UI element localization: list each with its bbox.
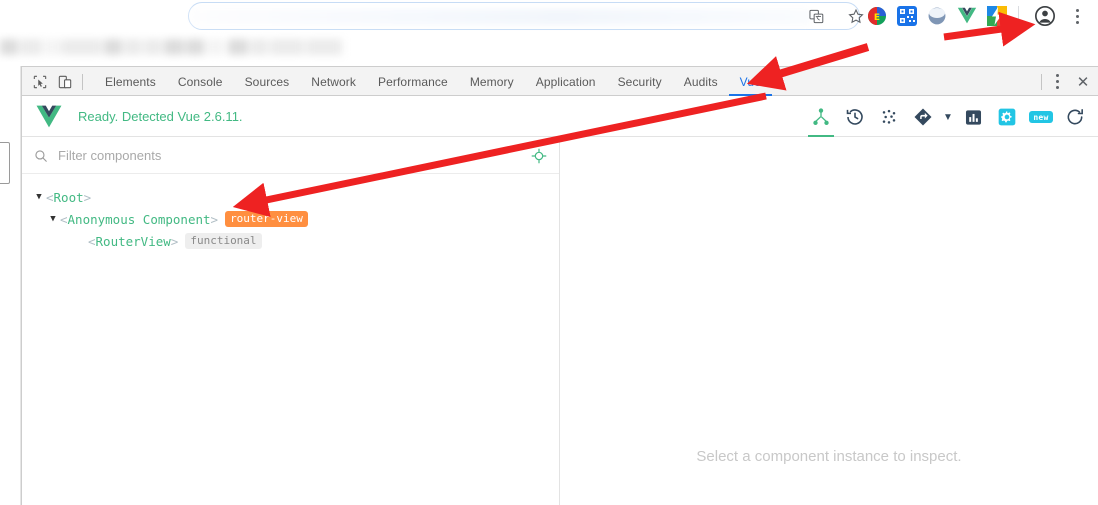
target-crosshair-icon[interactable] [531, 148, 547, 164]
extension-icon-1[interactable]: E [866, 5, 888, 27]
vue-panel-body: ▼ <Root> ▼ <Anonymous Component> router-… [22, 138, 1098, 505]
devtools-tab-list: Elements Console Sources Network Perform… [94, 67, 772, 96]
component-tree: ▼ < Root > ▼ < Anonymous Component > router-… [22, 174, 559, 252]
detail-empty-message: Select a component instance to inspect. [696, 448, 962, 465]
angle-bracket-open: < [88, 233, 96, 249]
angle-bracket-open: < [60, 211, 68, 227]
angle-bracket-close: > [83, 189, 92, 205]
tab-network[interactable]: Network [300, 67, 367, 96]
chevron-down-icon[interactable]: ▼ [940, 97, 956, 137]
angle-bracket-close: > [210, 211, 219, 227]
page-left-sliver [0, 66, 21, 505]
browser-menu-icon[interactable] [1068, 4, 1086, 28]
browser-chrome: E [0, 0, 1098, 66]
bookmark-star-icon[interactable] [846, 6, 866, 26]
component-tree-pane: ▼ <Root> ▼ <Anonymous Component> router-… [22, 138, 560, 505]
vue-toolbar: ▼ new [804, 97, 1092, 137]
toggle-device-toolbar-icon[interactable] [55, 72, 75, 92]
component-name: Anonymous Component [67, 211, 211, 227]
settings-gear-icon[interactable] [990, 97, 1024, 137]
devtools-tabbar-actions: ✕ [1041, 67, 1098, 96]
tab-performance[interactable]: Performance [367, 67, 459, 96]
svg-text:E: E [874, 13, 880, 23]
angle-bracket-close: > [170, 233, 179, 249]
tree-node-root[interactable]: ▼ < Root > [22, 186, 559, 208]
vue-logo-icon [36, 105, 62, 128]
angle-bracket-open: < [46, 189, 54, 205]
tab-security[interactable]: Security [607, 67, 673, 96]
component-name: RouterView [95, 233, 171, 249]
tab-memory[interactable]: Memory [459, 67, 525, 96]
component-name: Root [53, 189, 84, 205]
tab-elements[interactable]: Elements [94, 67, 167, 96]
page-partial-element [0, 142, 10, 184]
search-icon [34, 149, 48, 163]
tab-console[interactable]: Console [167, 67, 234, 96]
router-view-badge: router-view [225, 211, 308, 227]
routing-icon[interactable] [906, 97, 940, 137]
bookmarks-bar-blurred [0, 32, 380, 62]
components-tab-icon[interactable] [804, 97, 838, 137]
refresh-icon[interactable] [1058, 97, 1092, 137]
toolbar-divider [1041, 73, 1042, 90]
colorful-extension-icon[interactable] [986, 5, 1008, 27]
translate-icon[interactable] [806, 6, 826, 26]
tab-application[interactable]: Application [525, 67, 607, 96]
filter-bar [22, 138, 559, 174]
globe-extension-icon[interactable] [926, 5, 948, 27]
filter-components-input[interactable] [56, 147, 436, 164]
vue-devtools-extension-icon[interactable] [956, 5, 978, 27]
devtools-menu-icon[interactable] [1046, 70, 1068, 94]
toolbar-divider [82, 74, 83, 90]
vue-status-text: Ready. Detected Vue 2.6.11. [78, 109, 243, 124]
tab-audits[interactable]: Audits [673, 67, 729, 96]
vue-panel-header: Ready. Detected Vue 2.6.11. ▼ new [22, 97, 1098, 137]
chevron-expanded-icon[interactable]: ▼ [32, 192, 46, 202]
performance-icon[interactable] [956, 97, 990, 137]
toolbar-divider [1018, 6, 1019, 26]
browser-window: E Elements Console Sources Network Perfo… [0, 0, 1098, 505]
functional-badge: functional [185, 233, 262, 249]
address-bar-blurred-url [191, 9, 811, 25]
qr-code-extension-icon[interactable] [896, 5, 918, 27]
chevron-expanded-icon[interactable]: ▼ [46, 214, 60, 224]
component-detail-pane: Select a component instance to inspect. [560, 138, 1098, 505]
bookmarks-bar[interactable] [0, 32, 1098, 62]
close-icon[interactable]: ✕ [1068, 70, 1098, 94]
vue-devtools-panel: Ready. Detected Vue 2.6.11. ▼ new Filter… [22, 97, 1098, 505]
inspect-element-icon[interactable] [30, 72, 50, 92]
vuex-history-icon[interactable] [838, 97, 872, 137]
tab-vue[interactable]: Vue [729, 67, 772, 96]
new-badge: new [1024, 97, 1058, 137]
account-avatar-icon[interactable] [1034, 5, 1056, 27]
events-icon[interactable] [872, 97, 906, 137]
new-badge-label: new [1029, 111, 1053, 123]
tree-node-routerview[interactable]: ▼ <RouterView> functional [22, 230, 559, 252]
address-bar[interactable] [188, 2, 860, 30]
devtools-tabbar: Elements Console Sources Network Perform… [22, 67, 1098, 96]
devtools-panel: Elements Console Sources Network Perform… [21, 66, 1098, 505]
tab-sources[interactable]: Sources [234, 67, 301, 96]
tree-node-anonymous-component[interactable]: ▼ < Anonymous Component > router-view [22, 208, 559, 230]
